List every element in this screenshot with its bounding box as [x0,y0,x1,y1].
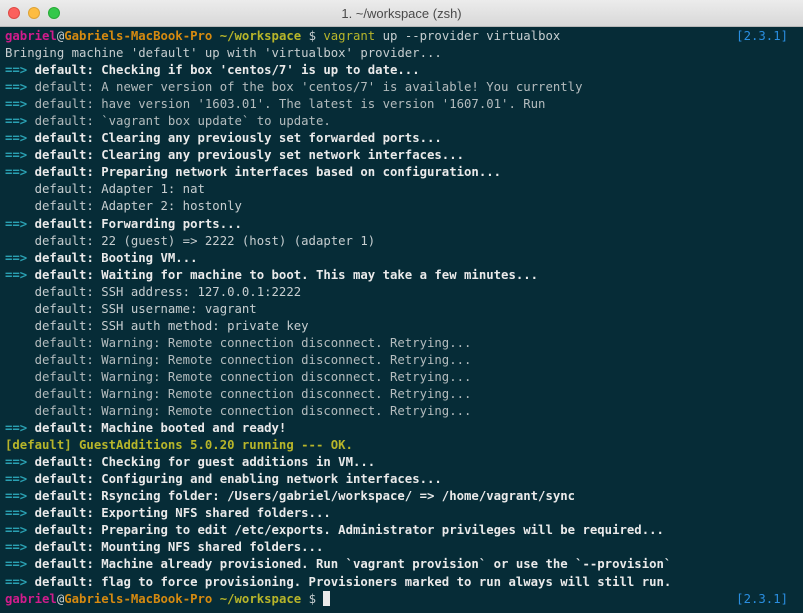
output-line: ==> default: Clearing any previously set… [5,148,465,163]
window-title: 1. ~/workspace (zsh) [341,6,462,21]
arrow-marker: ==> [5,97,28,112]
prompt-symbol: $ [308,29,316,43]
arrow-marker: ==> [5,165,28,180]
output-line: ==> default: Waiting for machine to boot… [5,267,539,282]
arrow-marker: ==> [5,472,28,487]
output-line: ==> default: Preparing to edit /etc/expo… [5,523,664,538]
output-line: default: SSH address: 127.0.0.1:2222 [5,284,302,299]
output-line: ==> default: Configuring and enabling ne… [5,472,442,487]
prompt-path: ~/workspace [219,591,302,606]
arrow-marker: ==> [5,250,28,265]
command-name: vagrant [323,29,376,43]
version-badge: [2.3.1] [736,29,788,43]
arrow-marker: ==> [5,80,28,95]
output-line: ==> default: flag to force provisioning.… [5,574,672,589]
output-line: ==> default: Preparing network interface… [5,165,502,180]
prompt-path: ~/workspace [219,29,302,43]
prompt-host: Gabriels-MacBook-Pro [64,29,213,43]
arrow-marker: ==> [5,574,28,589]
arrow-marker: ==> [5,523,28,538]
output-line: ==> default: Mounting NFS shared folders… [5,540,324,555]
output-line: default: SSH username: vagrant [5,301,257,316]
output-line: [default] GuestAdditions 5.0.20 running … [5,438,353,453]
output-line: default: Warning: Remote connection disc… [5,335,472,350]
arrow-marker: ==> [5,148,28,163]
output-line: ==> default: Booting VM... [5,250,198,265]
version-badge: [2.3.1] [736,591,788,606]
output-line: default: Warning: Remote connection disc… [5,352,472,367]
output-line: Bringing machine 'default' up with 'virt… [5,46,442,61]
arrow-marker: ==> [5,421,28,436]
command-args: up --provider virtualbox [382,29,561,43]
prompt-user: gabriel [5,591,57,606]
terminal-window: 1. ~/workspace (zsh) gabriel@Gabriels-Ma… [0,0,803,613]
output-line: ==> default: Rsyncing folder: /Users/gab… [5,489,576,504]
output-line: ==> default: have version '1603.01'. The… [5,97,546,112]
output-line: ==> default: Checking if box 'centos/7' … [5,63,420,78]
arrow-marker: ==> [5,131,28,146]
prompt-line: gabriel@Gabriels-MacBook-Pro ~/workspace… [5,28,797,45]
arrow-marker: ==> [5,455,28,470]
arrow-marker: ==> [5,267,28,282]
arrow-marker: ==> [5,557,28,572]
output-line: ==> default: Machine booted and ready! [5,421,287,436]
prompt-symbol: $ [308,591,316,606]
arrow-marker: ==> [5,489,28,504]
arrow-marker: ==> [5,63,28,78]
output-line: default: Adapter 2: hostonly [5,199,242,214]
output-line: ==> default: Forwarding ports... [5,216,242,231]
arrow-marker: ==> [5,216,28,231]
output-line: ==> default: `vagrant box update` to upd… [5,114,331,129]
text-cursor[interactable] [323,590,331,606]
prompt-line[interactable]: gabriel@Gabriels-MacBook-Pro ~/workspace… [5,590,797,608]
prompt-user: gabriel [5,29,57,43]
terminal-output[interactable]: gabriel@Gabriels-MacBook-Pro ~/workspace… [0,27,803,613]
output-line: ==> default: Checking for guest addition… [5,455,376,470]
output-line: default: Adapter 1: nat [5,182,205,197]
output-line: ==> default: A newer version of the box … [5,80,583,95]
output-line: ==> default: Machine already provisioned… [5,557,672,572]
output-line: ==> default: Clearing any previously set… [5,131,442,146]
prompt-host: Gabriels-MacBook-Pro [64,591,213,606]
output-line: default: Warning: Remote connection disc… [5,386,472,401]
arrow-marker: ==> [5,540,28,555]
output-line: default: SSH auth method: private key [5,318,309,333]
arrow-marker: ==> [5,114,28,129]
title-bar[interactable]: 1. ~/workspace (zsh) [0,0,803,27]
output-line: default: 22 (guest) => 2222 (host) (adap… [5,233,376,248]
output-line: default: Warning: Remote connection disc… [5,369,472,384]
output-line: ==> default: Exporting NFS shared folder… [5,506,331,521]
arrow-marker: ==> [5,506,28,521]
output-line: default: Warning: Remote connection disc… [5,404,472,419]
